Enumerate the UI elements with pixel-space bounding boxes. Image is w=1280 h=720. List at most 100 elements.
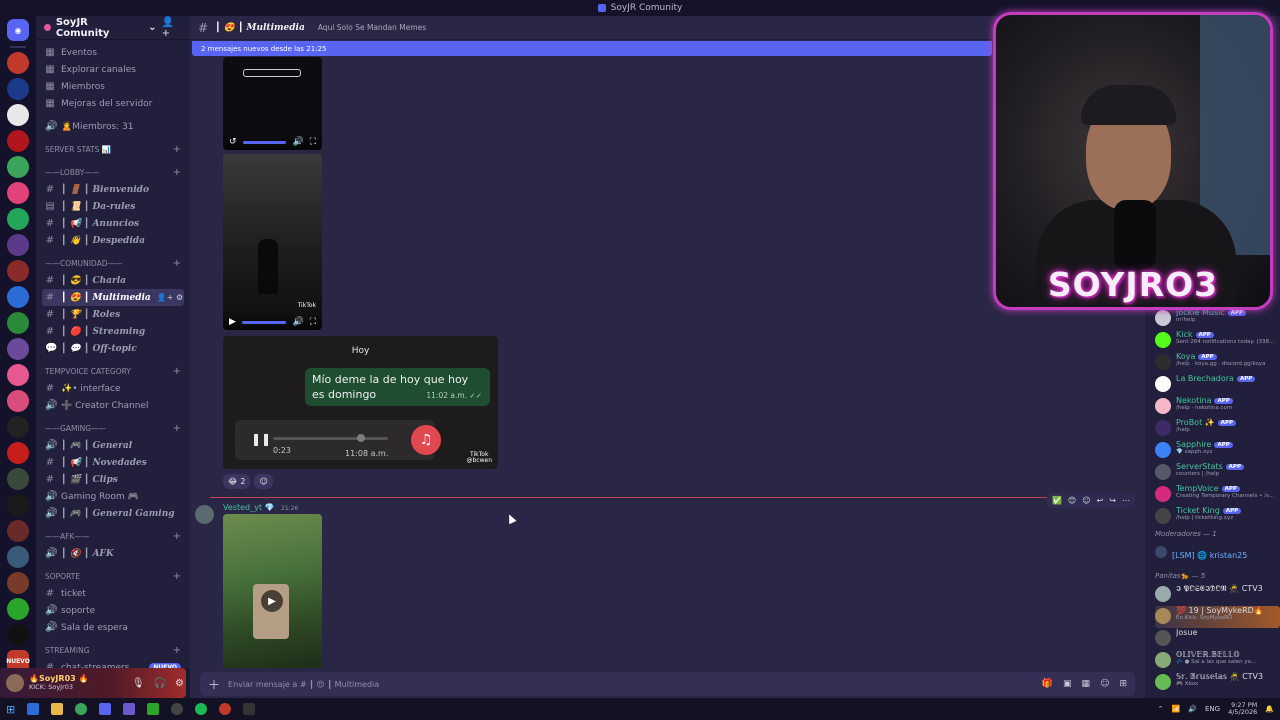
whatsapp-video-attachment[interactable]: Hoy Mío deme la de hoy que hoy es doming… <box>223 336 498 469</box>
add-channel-icon[interactable]: + <box>173 645 181 656</box>
category-header[interactable]: TEMPVOICE CATEGORY + <box>42 363 184 380</box>
server-header[interactable]: SoyJR Comunity ⌄ 👤+ <box>36 16 190 40</box>
sticker-icon[interactable]: ▦ <box>1082 679 1091 689</box>
server-menu-item[interactable]: ▦ Mejoras del servidor <box>42 95 184 112</box>
chevron-up-icon[interactable]: ⌃ <box>1158 705 1164 713</box>
member-item[interactable]: ServerStats APP counters | /help <box>1155 462 1280 484</box>
headphones-icon[interactable]: 🎧 <box>154 678 166 689</box>
channel-settings-icon[interactable]: 👤+ ⚙ <box>157 293 183 302</box>
reaction-laugh[interactable]: 😂 2 <box>223 474 251 489</box>
add-channel-icon[interactable]: + <box>173 366 181 377</box>
volume-icon[interactable]: 🔊 <box>292 137 303 147</box>
server-icon[interactable] <box>7 234 29 256</box>
channel-item[interactable]: # ┃ 🏆 ┃ Roles <box>42 306 184 323</box>
volume-icon[interactable]: 🔊 <box>292 317 303 327</box>
check-icon[interactable]: ✅ <box>1052 496 1062 505</box>
reply-icon[interactable]: ↩ <box>1097 496 1104 505</box>
server-icon[interactable] <box>7 546 29 568</box>
discord-taskbar-icon[interactable] <box>99 703 112 715</box>
play-icon[interactable]: ▶ <box>261 590 283 612</box>
server-icon[interactable] <box>7 52 29 74</box>
language-indicator[interactable]: ENG <box>1205 705 1220 713</box>
member-item[interactable]: 𝕴 𝕻𝕺𝕾𝕰𝕴𝕯𝕺𝕹 🥷 CTV3 <box>1155 584 1280 606</box>
chrome-icon[interactable] <box>75 703 88 715</box>
category-header[interactable]: ——AFK—— + <box>42 528 184 545</box>
add-reaction-icon[interactable]: ☺ <box>1082 496 1090 505</box>
category-header[interactable]: SERVER STATS 📊 + <box>42 141 184 158</box>
channel-item[interactable]: # chat-streamers NUEVO <box>42 659 184 668</box>
obs-icon[interactable] <box>171 703 184 715</box>
server-icon[interactable] <box>7 390 29 412</box>
server-icon[interactable] <box>7 312 29 334</box>
add-reaction-button[interactable]: ☺ <box>254 474 273 489</box>
server-icon[interactable] <box>7 156 29 178</box>
member-item[interactable]: TempVoice APP Creating Temporary Channels … <box>1155 484 1280 506</box>
new-messages-bar[interactable]: 2 mensajes nuevos desde las 21:25 <box>192 41 992 56</box>
category-header[interactable]: ——GAMING—— + <box>42 420 184 437</box>
members-count-channel[interactable]: 🔊 🙎Miembros: 31 <box>42 118 184 135</box>
server-icon[interactable] <box>7 624 29 646</box>
video-attachment[interactable]: TikTok ▶ 🔊 ⛶ <box>223 154 322 330</box>
member-item[interactable]: Koya APP/help · koya.gg · discord.gg/koya <box>1155 352 1280 374</box>
video-attachment[interactable]: ↺ 🔊 ⛶ <box>223 57 322 150</box>
video-progress[interactable] <box>241 320 287 324</box>
app-icon[interactable] <box>243 703 256 715</box>
server-icon[interactable] <box>7 494 29 516</box>
category-header[interactable]: Streaming + <box>42 642 184 659</box>
channel-item[interactable]: # ┃ 🎬 ┃ Clips <box>42 471 184 488</box>
add-channel-icon[interactable]: + <box>173 144 181 155</box>
channel-item[interactable]: # ┃ 👋 ┃ Despedida <box>42 232 184 249</box>
play-icon[interactable]: ▶ <box>229 317 236 327</box>
channel-item[interactable]: 💬 ┃ 💬 ┃ Off-topic <box>42 340 184 357</box>
server-icon[interactable] <box>7 130 29 152</box>
category-header[interactable]: ——LOBBY—— + <box>42 164 184 181</box>
server-icon[interactable] <box>7 468 29 490</box>
channel-item[interactable]: # ┃ 📢 ┃ Anuncios <box>42 215 184 232</box>
wifi-icon[interactable]: 📶 <box>1172 705 1181 713</box>
member-item[interactable]: ProBot ✨ APP/help <box>1155 418 1280 440</box>
more-icon[interactable]: ⋯ <box>1122 496 1130 505</box>
server-icon[interactable] <box>7 598 29 620</box>
avatar[interactable] <box>6 674 24 692</box>
channel-item[interactable]: # ┃ 😎 ┃ Charla <box>42 272 184 289</box>
video-attachment[interactable]: ▶ <box>223 514 322 668</box>
member-item[interactable]: 𝕆𝕃𝕀𝕍𝔼ℝ.𝔹𝔼𝕃𝕃𝕆 💤 ● Sal a las que salen ya..… <box>1155 650 1280 672</box>
file-explorer-icon[interactable] <box>51 703 64 715</box>
server-menu-item[interactable]: ▦ Explorar canales <box>42 61 184 78</box>
volume-icon[interactable]: 🔊 <box>1188 705 1197 713</box>
member-item[interactable]: Jockie Music APP m!help <box>1155 308 1280 330</box>
gift-icon[interactable]: 🎁 <box>1042 679 1053 689</box>
member-item[interactable]: 𝕊𝕣. 𝔹𝕣𝕦𝕤𝕖𝕝𝕒𝕤 🥷 CTV3 🎮 Xbox <box>1155 672 1280 694</box>
channel-item[interactable]: # ┃ 🚪 ┃ Bienvenido <box>42 181 184 198</box>
server-icon[interactable] <box>7 78 29 100</box>
channel-item[interactable]: 🔊 ┃ 🔇 ┃ AFK <box>42 545 184 562</box>
notification-icon[interactable]: 🔔 <box>1265 705 1274 713</box>
server-icon[interactable] <box>7 572 29 594</box>
server-icon[interactable] <box>7 338 29 360</box>
server-icon[interactable] <box>7 182 29 204</box>
store-icon[interactable] <box>27 703 40 715</box>
member-item[interactable]: Ticket King APP/help | ticketking.xyz <box>1155 506 1280 528</box>
category-header[interactable]: ——COMUNIDAD—— + <box>42 255 184 272</box>
server-icon[interactable] <box>7 208 29 230</box>
add-channel-icon[interactable]: + <box>173 423 181 434</box>
invite-people-icon[interactable]: 👤+ <box>162 17 182 39</box>
member-item[interactable]: 💯 19 | SoyMykeRD🔥 En Kick: SoyMykeRD <box>1155 606 1280 628</box>
member-item[interactable]: Nekotina APP/help · nekotina.com <box>1155 396 1280 418</box>
channel-item[interactable]: # ┃ 📢 ┃ Novedades <box>42 454 184 471</box>
add-channel-icon[interactable]: + <box>173 571 181 582</box>
windows-start-icon[interactable]: ⊞ <box>6 703 15 716</box>
server-icon[interactable] <box>7 364 29 386</box>
server-icon[interactable] <box>7 442 29 464</box>
channel-item[interactable]: # ✨• interface <box>42 380 184 397</box>
app-icon[interactable] <box>147 703 160 715</box>
channel-item[interactable]: 🔊 Gaming Room 🎮 <box>42 488 184 505</box>
clock[interactable]: 9:27 PM 4/5/2026 <box>1228 701 1257 716</box>
replay-icon[interactable]: ↺ <box>229 137 237 147</box>
video-progress[interactable] <box>242 140 287 144</box>
member-item[interactable]: La Brechadora APP <box>1155 374 1280 396</box>
server-icon[interactable] <box>7 260 29 282</box>
add-channel-icon[interactable]: + <box>173 258 181 269</box>
gif-icon[interactable]: ▣ <box>1063 679 1072 689</box>
microphone-icon[interactable]: 🎙 <box>132 678 145 689</box>
